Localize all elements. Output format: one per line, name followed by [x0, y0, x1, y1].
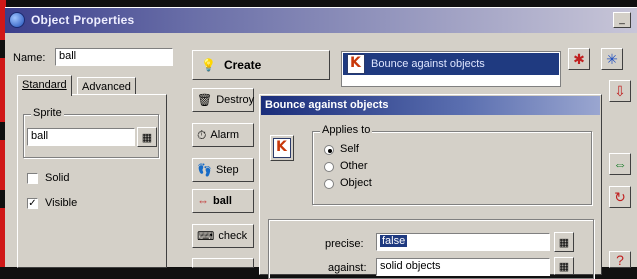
event-button-collision-ball[interactable]: ⇔ ball — [192, 189, 254, 213]
applies-to-other-label: Other — [340, 160, 368, 172]
dropdown-menu-icon: ▦ — [558, 236, 570, 249]
jump-random-icon[interactable]: ✱ — [568, 48, 590, 70]
dialog-action-icon: K — [270, 135, 294, 161]
minimize-button[interactable]: _ — [613, 12, 631, 28]
event-button-label: Alarm — [210, 129, 240, 141]
name-label: Name: — [13, 52, 46, 64]
direction-arrow-icon[interactable]: ⇩ — [609, 80, 631, 102]
collision-arrows-icon: ⇔ — [197, 194, 209, 208]
visible-label: Visible — [45, 197, 78, 209]
applies-to-object-label: Object — [340, 177, 372, 189]
clock-icon: ⏱ — [197, 127, 207, 142]
precise-field[interactable]: false — [376, 233, 550, 251]
tab-standard[interactable]: Standard — [17, 75, 72, 96]
against-label: against: — [328, 262, 367, 274]
precise-label: precise: — [325, 238, 364, 250]
trash-icon: 🗑 — [197, 93, 213, 107]
name-input[interactable]: ball — [55, 48, 173, 66]
event-button-label: Step — [215, 164, 239, 176]
dropdown-menu-icon: ▦ — [558, 260, 570, 273]
sprite-field[interactable]: ball — [27, 128, 135, 146]
horizontal-flip-icon[interactable]: ⇔ — [609, 153, 631, 175]
sprite-label: Sprite — [31, 107, 64, 119]
event-button-label: check — [218, 230, 248, 242]
applies-to-other-radio[interactable] — [324, 162, 334, 172]
create-label: Create — [223, 58, 262, 72]
title-bar[interactable]: Object Properties _ — [5, 8, 637, 33]
bounce-icon: K — [273, 138, 291, 158]
applies-to-label: Applies to — [320, 124, 373, 136]
footsteps-icon: 👣 — [197, 163, 212, 177]
app-icon — [9, 12, 25, 28]
create-event-button[interactable]: 💡 Create — [192, 50, 330, 80]
applies-to-object-radio[interactable] — [324, 179, 334, 189]
reverse-icon[interactable]: ↻ — [609, 186, 631, 208]
solid-checkbox[interactable] — [27, 173, 38, 184]
event-button-check[interactable]: ⌨ check — [192, 224, 254, 248]
dialog-title[interactable]: Bounce against objects — [261, 96, 600, 115]
minimize-icon: _ — [619, 14, 625, 25]
solid-label: Solid — [45, 172, 70, 184]
against-field[interactable]: solid objects — [376, 258, 550, 276]
event-button-label: Destroy — [216, 94, 255, 106]
bounce-dialog: Bounce against objects K Applies to Self… — [259, 94, 602, 279]
gravity-icon[interactable]: ? — [609, 251, 631, 268]
window-title: Object Properties — [31, 13, 135, 27]
sprite-menu-button[interactable]: ▦ — [137, 127, 157, 147]
applies-to-self-radio[interactable] — [324, 145, 334, 155]
precise-menu-button[interactable]: ▦ — [554, 232, 574, 252]
against-menu-button[interactable]: ▦ — [554, 257, 574, 275]
event-button-step[interactable]: 👣 Step — [192, 158, 254, 182]
jump-grid-icon[interactable]: ✳ — [601, 48, 623, 70]
lightbulb-icon: 💡 — [201, 58, 216, 72]
tab-advanced[interactable]: Advanced — [77, 77, 136, 95]
visible-checkbox[interactable]: ✓ — [27, 198, 38, 209]
event-button-label: ball — [213, 195, 232, 207]
precise-value: false — [380, 235, 408, 247]
action-list[interactable]: K Bounce against objects — [341, 51, 561, 87]
bounce-action-icon: K — [347, 54, 365, 74]
action-list-item[interactable]: K Bounce against objects — [343, 53, 559, 75]
event-button-alarm[interactable]: ⏱ Alarm — [192, 123, 254, 147]
applies-to-self-label: Self — [340, 143, 359, 155]
event-button-destroy[interactable]: 🗑 Destroy — [192, 88, 254, 112]
object-properties-window: Object Properties _ Name: ball Standard … — [5, 7, 637, 279]
action-list-item-label: Bounce against objects — [371, 58, 485, 70]
sprite-menu-icon: ▦ — [141, 131, 153, 144]
keyboard-icon: ⌨ — [197, 229, 215, 243]
